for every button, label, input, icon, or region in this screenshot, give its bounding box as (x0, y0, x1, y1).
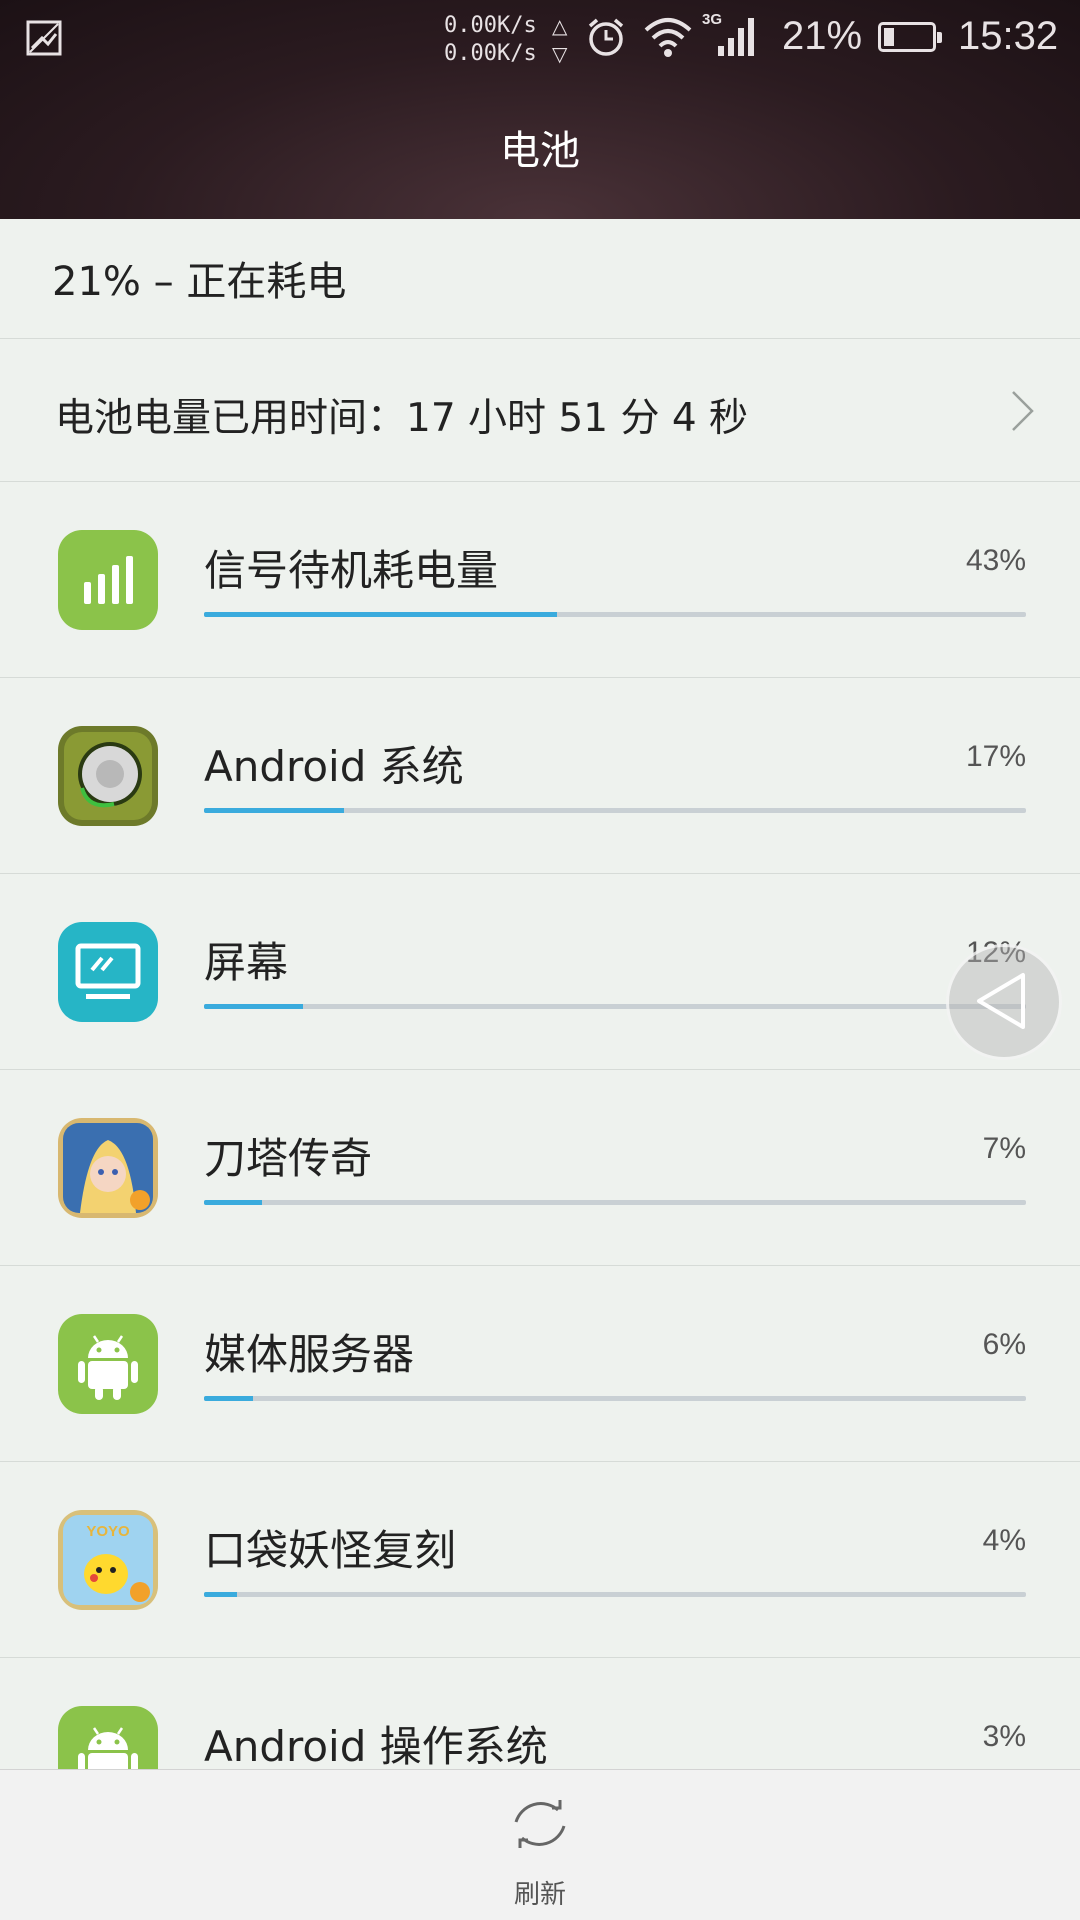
app-percent: 17% (965, 740, 1026, 773)
usage-bar-fill (204, 1396, 253, 1401)
status-bar: 0.00K/s 0.00K/s △ ▽ 3G 21% 15:32 (0, 0, 1080, 80)
app-percent: 6% (982, 1328, 1026, 1361)
refresh-icon (514, 1800, 566, 1848)
app-name: 刀塔传奇 (204, 1134, 373, 1183)
app-name: Android 系统 (204, 742, 464, 791)
battery-percent: 21% (782, 14, 863, 58)
app-usage-row[interactable]: YOYO 口袋妖怪复刻 4% (0, 1462, 1080, 1658)
chevron-right-icon (1012, 391, 1034, 431)
usage-time-text: 电池电量已用时间：17 小时 51 分 4 秒 (55, 396, 749, 441)
app-usage-row[interactable]: 信号待机耗电量 43% (0, 482, 1080, 678)
floating-back-button[interactable] (946, 944, 1062, 1060)
app-usage-row[interactable]: 刀塔传奇 7% (0, 1070, 1080, 1266)
app-name: 屏幕 (204, 938, 289, 987)
battery-status-text: 21% – 正在耗电 (52, 259, 347, 305)
net-up: 0.00K/s (444, 13, 537, 38)
usage-bar-track (204, 612, 1026, 617)
refresh-label: 刷新 (513, 1880, 566, 1910)
net-down: 0.00K/s (444, 41, 537, 66)
app-percent: 4% (982, 1524, 1026, 1557)
usage-bar-track (204, 808, 1026, 813)
app-name: Android 操作系统 (204, 1722, 548, 1771)
app-usage-row[interactable]: Android 系统 17% (0, 678, 1080, 874)
app-name: 媒体服务器 (204, 1330, 415, 1379)
network-type: 3G (702, 11, 722, 28)
usage-bar-track (204, 1004, 1026, 1009)
dota-legend-icon (58, 1118, 158, 1218)
page-title: 电池 (500, 128, 580, 174)
app-name: 口袋妖怪复刻 (204, 1526, 457, 1575)
app-percent: 3% (982, 1720, 1026, 1753)
alarm-icon (588, 18, 624, 56)
app-usage-row[interactable]: 屏幕 12% (0, 874, 1080, 1070)
header: 0.00K/s 0.00K/s △ ▽ 3G 21% 15:32 电池 (0, 0, 1080, 219)
pokemon-icon: YOYO (58, 1510, 158, 1610)
clock: 15:32 (958, 14, 1059, 58)
wifi-icon (644, 18, 692, 57)
app-usage-row[interactable]: 媒体服务器 6% (0, 1266, 1080, 1462)
usage-bar-fill (204, 612, 557, 617)
usage-bar-fill (204, 1592, 237, 1597)
app-percent: 7% (982, 1132, 1026, 1165)
battery-status-row: 21% – 正在耗电 (0, 219, 1080, 339)
usage-bar-track (204, 1396, 1026, 1401)
android-system-icon (58, 726, 158, 826)
usage-bar-track (204, 1200, 1026, 1205)
usage-bar-fill (204, 1200, 262, 1205)
battery-icon (878, 22, 942, 52)
usage-time-row[interactable]: 电池电量已用时间：17 小时 51 分 4 秒 (0, 339, 1080, 482)
back-triangle-icon (977, 973, 1025, 1029)
net-arrows-icon: △ ▽ (552, 14, 568, 66)
image-icon (26, 20, 62, 56)
app-name: 信号待机耗电量 (204, 546, 499, 595)
app-percent: 43% (965, 544, 1026, 577)
bottom-bar: 刷新 (0, 1769, 1080, 1920)
usage-bar-fill (204, 1004, 303, 1009)
svg-text:YOYO: YOYO (86, 1523, 130, 1540)
usage-bar-track (204, 1592, 1026, 1597)
network-speed: 0.00K/s 0.00K/s (444, 12, 537, 68)
signal-icon: 3G (702, 11, 754, 56)
signal-standby-icon (58, 530, 158, 630)
android-icon (58, 1314, 158, 1414)
screen-icon (58, 922, 158, 1022)
usage-bar-fill (204, 808, 344, 813)
